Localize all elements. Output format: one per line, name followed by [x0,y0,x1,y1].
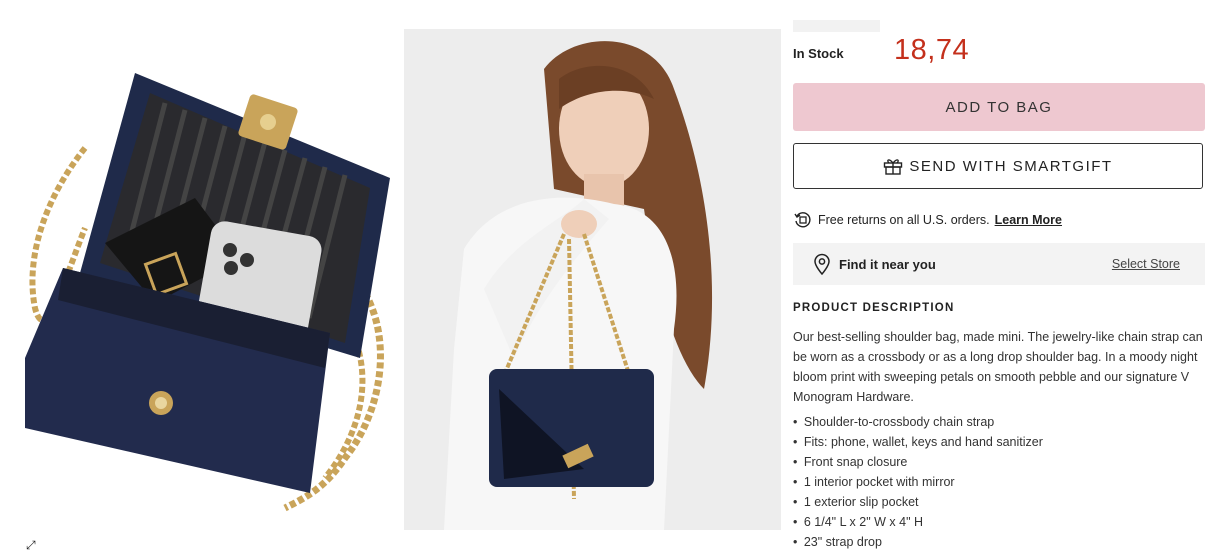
smartgift-label: SEND WITH SMARTGIFT [909,157,1113,175]
add-to-bag-button[interactable]: ADD TO BAG [793,83,1205,131]
find-in-store-panel: Find it near you Select Store [793,243,1205,285]
feature-item: 1 interior pocket with mirror [793,472,1043,492]
returns-icon [793,210,813,230]
feature-item: 6 1/4" L x 2" W x 4" H [793,512,1043,532]
feature-item: Front snap closure [793,452,1043,472]
find-it-near-you-label: Find it near you [839,256,936,272]
product-description-body: Our best-selling shoulder bag, made mini… [793,330,1203,404]
feature-item: 1 exterior slip pocket [793,492,1043,512]
feature-item: Fits: phone, wallet, keys and hand sanit… [793,432,1043,452]
select-store-link[interactable]: Select Store [1112,257,1180,271]
send-with-smartgift-button[interactable]: SEND WITH SMARTGIFT [793,143,1203,189]
stock-status: In Stock [793,46,844,61]
gift-icon [883,157,903,175]
product-image-model[interactable] [404,29,781,530]
add-to-bag-label: ADD TO BAG [945,98,1053,116]
feature-item: Shoulder-to-crossbody chain strap [793,412,1043,432]
learn-more-link[interactable]: Learn More [995,213,1062,227]
open-bag-illustration [25,73,390,512]
free-returns-text: Free returns on all U.S. orders. [818,213,990,227]
feature-item: 23" strap drop [793,532,1043,552]
product-image-open-bag[interactable] [25,28,403,528]
location-pin-icon [813,253,831,275]
rating-placeholder [793,20,880,32]
product-description-heading: PRODUCT DESCRIPTION [793,302,955,314]
free-returns-row: Free returns on all U.S. orders. Learn M… [793,210,1062,230]
product-features-list: Shoulder-to-crossbody chain strap Fits: … [793,412,1043,552]
model-illustration [404,29,781,530]
product-price: 18,74 [894,34,970,66]
expand-icon[interactable]: ⤢ [26,539,36,551]
